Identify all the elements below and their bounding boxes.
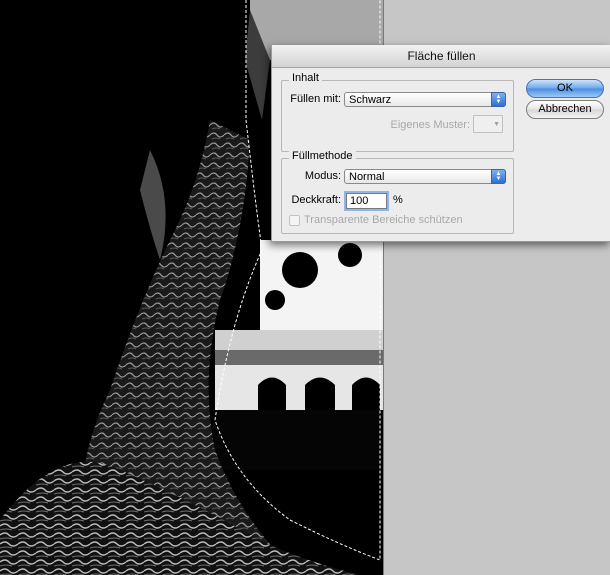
opacity-unit: % (393, 194, 403, 206)
dialog-title: Fläche füllen (272, 45, 610, 68)
mode-value: Normal (349, 171, 385, 183)
mode-select[interactable]: Normal ▲ ▼ (344, 169, 506, 184)
cancel-button[interactable]: Abbrechen (526, 100, 604, 119)
mode-label: Modus: (304, 170, 341, 182)
fill-dialog: Fläche füllen Inhalt Füllen mit: Schwarz… (271, 45, 610, 242)
opacity-input[interactable]: 100 (344, 191, 389, 211)
fill-method-group-title: Füllmethode (289, 150, 356, 162)
fill-with-select[interactable]: Schwarz ▲ ▼ (344, 92, 506, 107)
content-group-title: Inhalt (289, 72, 322, 84)
preserve-transparency-label: Transparente Bereiche schützen (304, 214, 463, 226)
ok-button[interactable]: OK (526, 79, 604, 98)
up-down-arrows-icon: ▲ ▼ (491, 169, 506, 184)
fill-with-label: Füllen mit: (290, 93, 341, 105)
preserve-transparency-checkbox[interactable] (289, 215, 300, 226)
fill-with-value: Schwarz (349, 94, 392, 106)
chevron-down-icon: ▼ (493, 121, 500, 128)
custom-pattern-picker[interactable]: ▼ (473, 115, 503, 133)
opacity-label: Deckkraft: (291, 194, 341, 206)
custom-pattern-label: Eigenes Muster: (390, 119, 470, 131)
up-down-arrows-icon: ▲ ▼ (491, 92, 506, 107)
